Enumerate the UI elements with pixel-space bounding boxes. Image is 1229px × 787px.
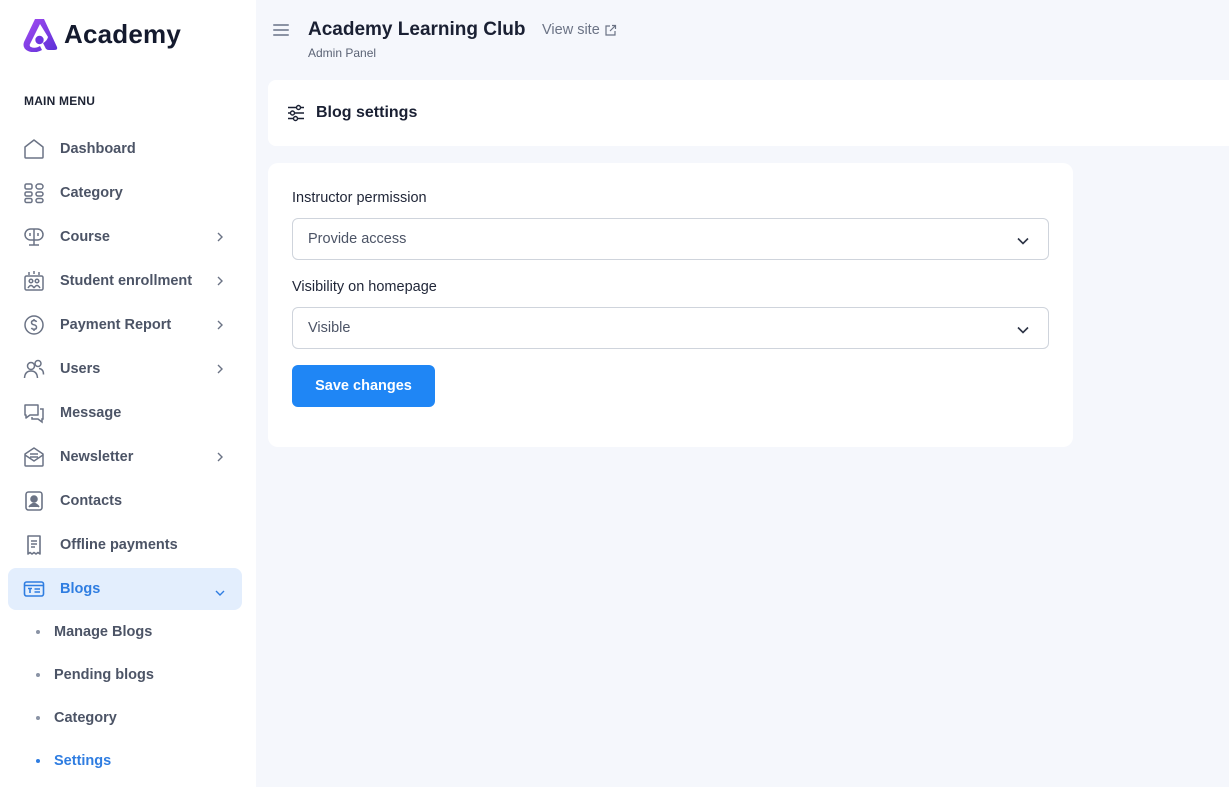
- sidebar-item-label: Contacts: [60, 493, 123, 509]
- submenu-item-label: Pending blogs: [54, 666, 154, 683]
- submenu-item-manage-blogs[interactable]: Manage Blogs: [36, 610, 236, 653]
- bullet-dot: [36, 672, 40, 677]
- sidebar-item-dashboard[interactable]: Dashboard: [8, 128, 242, 170]
- chevron-down-icon: [214, 584, 226, 602]
- sidebar-nav: Dashboard Category Course Student enroll…: [8, 128, 242, 612]
- save-changes-button[interactable]: Save changes: [292, 365, 435, 407]
- home-icon: [22, 137, 46, 161]
- chevron-right-icon: [216, 450, 224, 468]
- bullet-dot: [36, 629, 40, 634]
- sidebar-item-student-enrollment[interactable]: Student enrollment: [8, 260, 242, 302]
- submenu-item-label: Category: [54, 709, 117, 726]
- sidebar-item-category[interactable]: Category: [8, 172, 242, 214]
- sidebar-item-payment-report[interactable]: Payment Report: [8, 304, 242, 346]
- category-grid-icon: [22, 181, 46, 205]
- contacts-icon: [22, 489, 46, 513]
- blogs-submenu: Manage Blogs Pending blogs Category Sett…: [36, 610, 236, 782]
- sidebar-item-label: Course: [60, 229, 110, 245]
- receipt-icon: [22, 533, 46, 557]
- sidebar-item-label: Dashboard: [60, 141, 136, 157]
- sidebar-item-newsletter[interactable]: Newsletter: [8, 436, 242, 478]
- chevron-down-icon: [1016, 322, 1030, 340]
- submenu-item-label: Settings: [54, 752, 112, 769]
- sidebar: Academy MAIN MENU Dashboard Category Cou…: [0, 0, 256, 787]
- section-header: Blog settings: [268, 80, 1229, 146]
- submenu-item-pending-blogs[interactable]: Pending blogs: [36, 653, 236, 696]
- bullet-dot: [36, 715, 40, 720]
- main-menu-heading: MAIN MENU: [24, 94, 96, 108]
- visibility-value: Visible: [308, 320, 351, 336]
- sidebar-item-offline-payments[interactable]: Offline payments: [8, 524, 242, 566]
- blog-settings-card: Instructor permission Provide access Vis…: [268, 163, 1073, 447]
- settings-sliders-icon: [288, 104, 304, 122]
- view-site-label: View site: [542, 22, 600, 38]
- sidebar-item-contacts[interactable]: Contacts: [8, 480, 242, 522]
- chevron-right-icon: [216, 274, 224, 292]
- academy-logo-icon: [23, 19, 58, 52]
- sidebar-item-users[interactable]: Users: [8, 348, 242, 390]
- visibility-select[interactable]: Visible: [292, 307, 1049, 349]
- chevron-down-icon: [1016, 233, 1030, 251]
- bullet-dot: [36, 758, 40, 763]
- external-link-icon: [605, 24, 616, 36]
- submenu-item-category[interactable]: Category: [36, 696, 236, 739]
- hamburger-line: [273, 24, 289, 26]
- blog-icon: [22, 577, 46, 601]
- newsletter-icon: [22, 445, 46, 469]
- section-title: Blog settings: [316, 104, 418, 121]
- sidebar-item-course[interactable]: Course: [8, 216, 242, 258]
- chevron-right-icon: [216, 230, 224, 248]
- sidebar-item-message[interactable]: Message: [8, 392, 242, 434]
- course-monitor-icon: [22, 225, 46, 249]
- sidebar-item-label: Category: [60, 185, 123, 201]
- visibility-label: Visibility on homepage: [292, 279, 437, 295]
- hamburger-line: [273, 29, 289, 31]
- sidebar-item-blogs[interactable]: Blogs: [8, 568, 242, 610]
- sidebar-item-label: Message: [60, 405, 122, 421]
- sidebar-item-label: Offline payments: [60, 537, 178, 553]
- chevron-right-icon: [216, 362, 224, 380]
- sidebar-item-label: Users: [60, 361, 101, 377]
- menu-toggle-button[interactable]: [273, 24, 289, 38]
- site-subtitle: Admin Panel: [308, 46, 377, 60]
- site-title: Academy Learning Club: [308, 19, 526, 40]
- sidebar-item-label: Blogs: [60, 581, 101, 597]
- chevron-right-icon: [216, 318, 224, 336]
- instructor-permission-label: Instructor permission: [292, 190, 427, 206]
- brand-name: Academy: [64, 18, 182, 49]
- brand-logo[interactable]: Academy: [21, 15, 181, 53]
- instructor-permission-value: Provide access: [308, 231, 407, 247]
- submenu-item-label: Manage Blogs: [54, 623, 153, 640]
- hamburger-line: [273, 34, 289, 36]
- instructor-permission-select[interactable]: Provide access: [292, 218, 1049, 260]
- sidebar-item-label: Newsletter: [60, 449, 134, 465]
- users-icon: [22, 357, 46, 381]
- student-enrollment-icon: [22, 269, 46, 293]
- submenu-item-settings[interactable]: Settings: [36, 739, 236, 782]
- sidebar-item-label: Student enrollment: [60, 273, 193, 289]
- dollar-circle-icon: [22, 313, 46, 337]
- message-icon: [22, 401, 46, 425]
- view-site-link[interactable]: View site: [542, 22, 617, 38]
- sidebar-item-label: Payment Report: [60, 317, 172, 333]
